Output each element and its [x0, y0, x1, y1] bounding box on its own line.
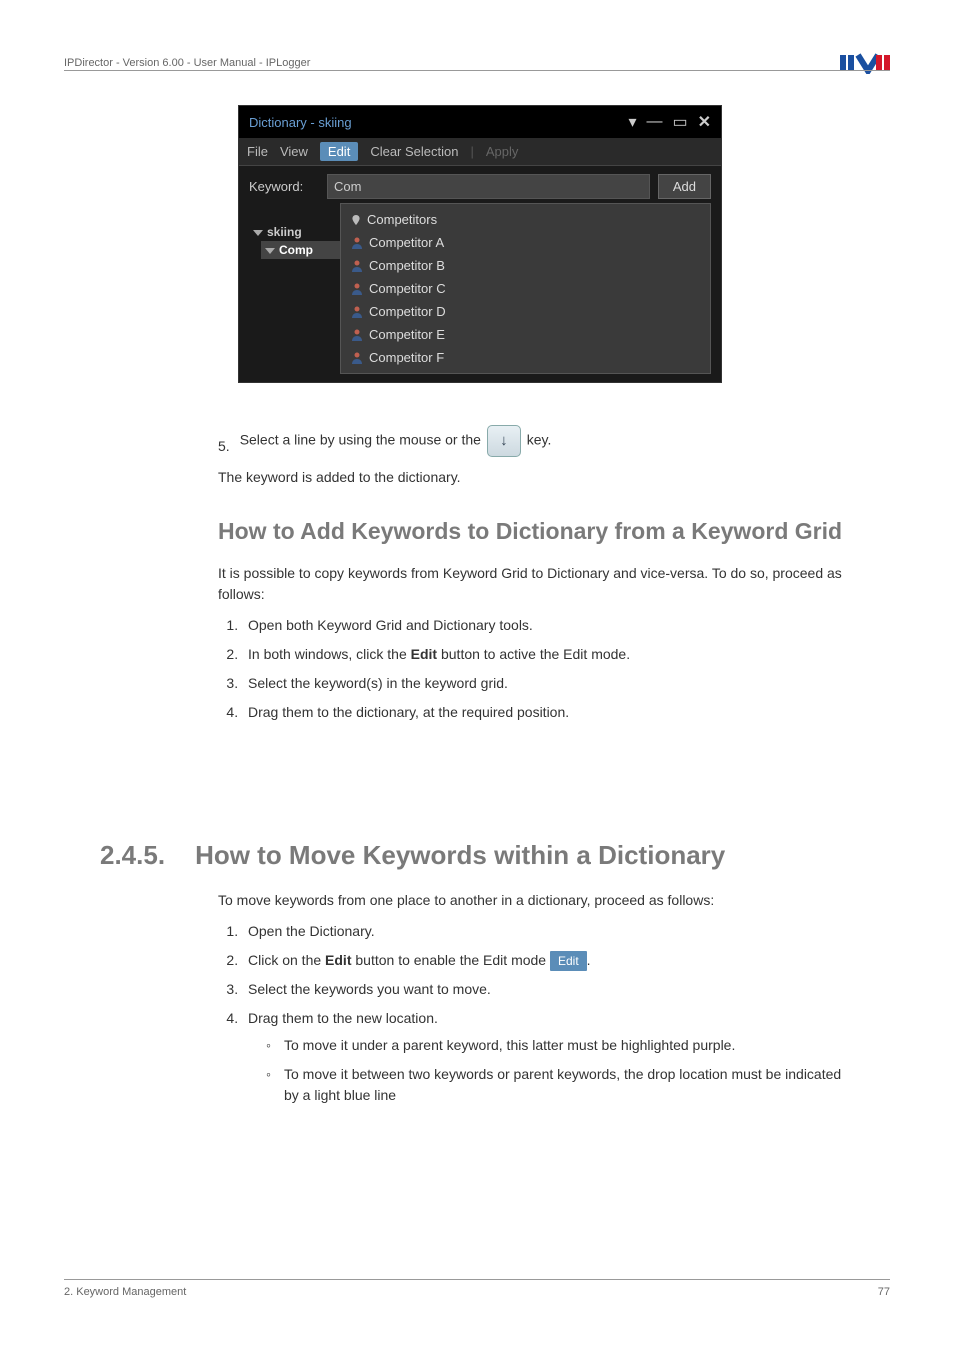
- section-title: How to Move Keywords within a Dictionary: [195, 840, 725, 871]
- step-item: Drag them to the new location. To move i…: [242, 1008, 854, 1106]
- person-icon: [351, 306, 363, 318]
- maximize-icon[interactable]: ▭: [672, 112, 687, 132]
- person-icon: [351, 329, 363, 341]
- location-icon: [351, 215, 361, 225]
- down-arrow-key-icon: ↓: [487, 425, 521, 457]
- close-icon[interactable]: ✕: [698, 112, 711, 132]
- person-icon: [351, 352, 363, 364]
- list-item[interactable]: Competitors: [341, 208, 710, 231]
- substep-item: To move it under a parent keyword, this …: [266, 1035, 854, 1056]
- list-item[interactable]: Competitor E: [341, 323, 710, 346]
- list-item[interactable]: Competitor A: [341, 231, 710, 254]
- person-icon: [351, 260, 363, 272]
- person-icon: [351, 283, 363, 295]
- list-item[interactable]: Competitor C: [341, 277, 710, 300]
- step-text: Select a line by using the mouse or the: [240, 432, 485, 448]
- add-button[interactable]: Add: [658, 174, 711, 199]
- dictionary-window: Dictionary - skiing ▾ — ▭ ✕ File View Ed…: [238, 105, 722, 383]
- caret-icon: [253, 230, 263, 236]
- keyword-input[interactable]: [327, 174, 650, 199]
- menu-view[interactable]: View: [280, 144, 308, 159]
- dropdown-icon[interactable]: ▾: [628, 112, 636, 132]
- edit-button-inline-icon: Edit: [550, 951, 587, 971]
- step-item: Open both Keyword Grid and Dictionary to…: [242, 615, 854, 636]
- step-item: Drag them to the dictionary, at the requ…: [242, 702, 854, 723]
- dict-title: Dictionary - skiing: [249, 115, 352, 130]
- menu-apply: Apply: [486, 144, 519, 159]
- step-item: Open the Dictionary.: [242, 921, 854, 942]
- dict-menubar: File View Edit Clear Selection | Apply: [239, 138, 721, 166]
- paragraph: The keyword is added to the dictionary.: [218, 467, 854, 488]
- menu-file[interactable]: File: [247, 144, 268, 159]
- step-number: 5.: [218, 436, 230, 457]
- keyword-label: Keyword:: [249, 179, 319, 194]
- footer-left: 2. Keyword Management: [64, 1286, 186, 1298]
- person-icon: [351, 237, 363, 249]
- step-item: Click on the Edit button to enable the E…: [242, 950, 854, 971]
- step-text-after: key.: [527, 432, 552, 448]
- list-item[interactable]: Competitor D: [341, 300, 710, 323]
- paragraph: To move keywords from one place to anoth…: [218, 890, 854, 911]
- caret-icon: [265, 248, 275, 254]
- step-item: Select the keyword(s) in the keyword gri…: [242, 673, 854, 694]
- tree-root[interactable]: skiing: [249, 223, 344, 241]
- header-left: IPDirector - Version 6.00 - User Manual …: [64, 57, 310, 69]
- header-rule: [64, 70, 890, 71]
- list-item[interactable]: Competitor F: [341, 346, 710, 369]
- tree-selected[interactable]: Comp: [261, 241, 344, 259]
- heading-add-keywords-grid: How to Add Keywords to Dictionary from a…: [218, 514, 854, 549]
- autocomplete-dropdown: Competitors Competitor A Competitor B Co…: [340, 203, 711, 374]
- dict-titlebar: Dictionary - skiing ▾ — ▭ ✕: [239, 106, 721, 138]
- menu-clear[interactable]: Clear Selection: [370, 144, 458, 159]
- page-number: 77: [878, 1286, 890, 1298]
- substep-item: To move it between two keywords or paren…: [266, 1064, 854, 1106]
- minimize-icon[interactable]: —: [646, 113, 662, 131]
- step-item: Select the keywords you want to move.: [242, 979, 854, 1000]
- section-number: 2.4.5.: [100, 840, 165, 871]
- menu-edit[interactable]: Edit: [320, 142, 358, 161]
- step-item: In both windows, click the Edit button t…: [242, 644, 854, 665]
- paragraph: It is possible to copy keywords from Key…: [218, 563, 854, 605]
- list-item[interactable]: Competitor B: [341, 254, 710, 277]
